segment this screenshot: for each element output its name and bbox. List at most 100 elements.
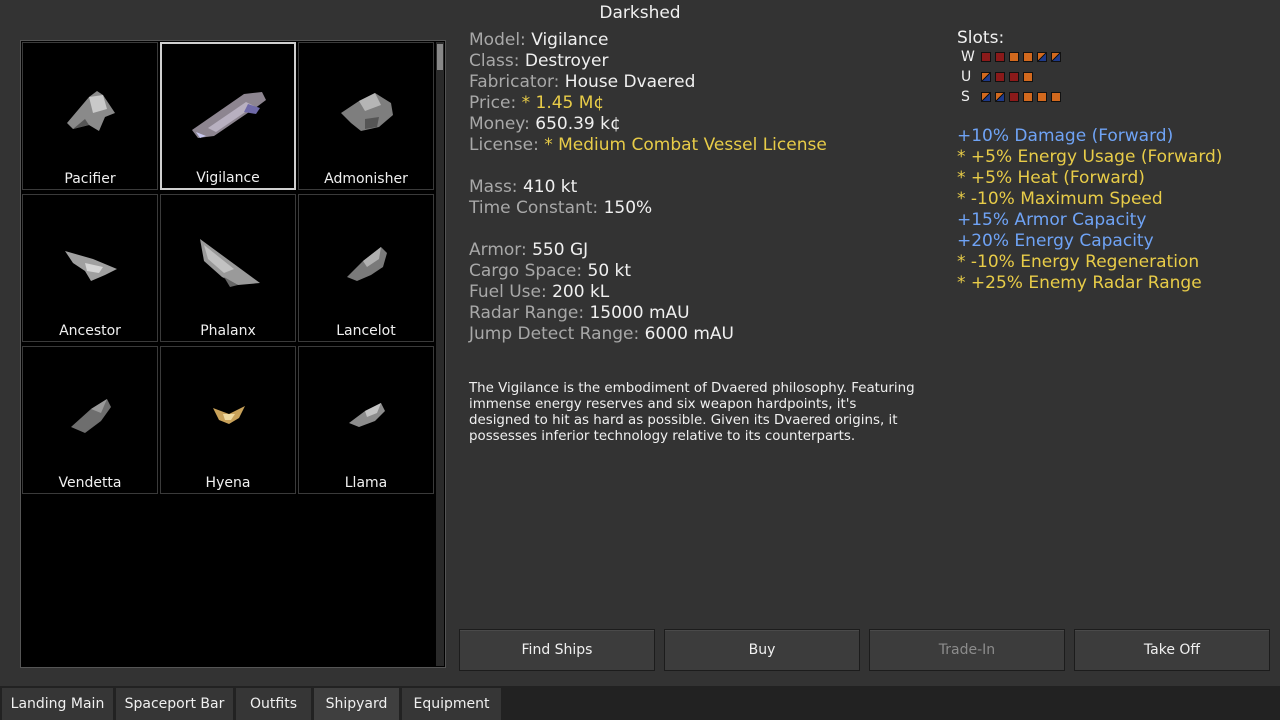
ship-list[interactable]: Pacifier Vigilance Admonisher Ancestor P…	[20, 40, 446, 668]
info-label: Class:	[469, 51, 520, 71]
info-label: Cargo Space:	[469, 261, 583, 281]
ship-name: Admonisher	[324, 171, 408, 187]
slot-box	[981, 92, 991, 102]
info-label: Money:	[469, 114, 530, 134]
ship-vigilance-icon	[162, 62, 298, 162]
slot-box	[995, 72, 1005, 82]
ship-cell-ancestor[interactable]: Ancestor	[22, 194, 158, 342]
ship-cell-lancelot[interactable]: Lancelot	[298, 194, 434, 342]
ship-hyena-icon	[161, 365, 297, 465]
info-row-class: Class: Destroyer	[469, 51, 919, 72]
ship-cell-pacifier[interactable]: Pacifier	[22, 42, 158, 190]
ship-description: The Vigilance is the embodiment of Dvaer…	[469, 381, 915, 444]
ship-pacifier-icon	[23, 61, 159, 161]
tab-equipment[interactable]: Equipment	[402, 688, 502, 720]
stat-line: * +5% Energy Usage (Forward)	[957, 147, 1223, 167]
stat-line: +20% Energy Capacity	[957, 231, 1154, 251]
info-label: Fabricator:	[469, 72, 560, 92]
info-label: Time Constant:	[469, 198, 599, 218]
slot-box	[995, 52, 1005, 62]
info-row-time-constant: Time Constant: 150%	[469, 198, 919, 219]
info-value: 650.39 k¢	[535, 114, 621, 134]
tab-spaceport-bar[interactable]: Spaceport Bar	[116, 688, 234, 720]
trade-in-button[interactable]: Trade-In	[869, 629, 1065, 671]
ship-cell-llama[interactable]: Llama	[298, 346, 434, 494]
slot-box	[1023, 52, 1033, 62]
info-label: Mass:	[469, 177, 518, 197]
info-row-fabricator: Fabricator: House Dvaered	[469, 72, 919, 93]
stat-line: * +5% Heat (Forward)	[957, 168, 1145, 188]
stat-line: * -10% Energy Regeneration	[957, 252, 1200, 272]
slot-box	[1051, 92, 1061, 102]
info-value: 150%	[603, 198, 653, 218]
slot-boxes	[981, 52, 1061, 62]
scrollbar-thumb[interactable]	[437, 44, 443, 70]
ship-name: Llama	[344, 475, 388, 491]
ship-name: Vigilance	[196, 170, 260, 186]
ship-cell-hyena[interactable]: Hyena	[160, 346, 296, 494]
slot-box	[1009, 92, 1019, 102]
ship-name: Lancelot	[336, 323, 396, 339]
info-row-radar: Radar Range: 15000 mAU	[469, 303, 919, 324]
find-ships-button[interactable]: Find Ships	[459, 629, 655, 671]
info-row-license: License: * Medium Combat Vessel License	[469, 135, 919, 156]
slot-box	[1037, 92, 1047, 102]
slot-boxes	[981, 72, 1033, 82]
info-row-armor: Armor: 550 GJ	[469, 240, 919, 261]
stat-line: * +25% Enemy Radar Range	[957, 273, 1202, 293]
slot-box	[995, 92, 1005, 102]
ship-vendetta-icon	[23, 365, 159, 465]
info-row-money: Money: 650.39 k¢	[469, 114, 919, 135]
slot-box	[981, 52, 991, 62]
stat-line: +15% Armor Capacity	[957, 210, 1147, 230]
slot-box	[1009, 72, 1019, 82]
ship-cell-vendetta[interactable]: Vendetta	[22, 346, 158, 494]
slot-row-structure: S	[957, 89, 1097, 106]
info-value: 410 kt	[522, 177, 578, 197]
info-row-price: Price: * 1.45 M¢	[469, 93, 919, 114]
info-value: Destroyer	[524, 51, 609, 71]
ship-list-scrollbar[interactable]	[436, 42, 444, 666]
ship-stats-list: +10% Damage (Forward) * +5% Energy Usage…	[957, 126, 1222, 294]
ship-name: Pacifier	[64, 171, 116, 187]
info-value: * 1.45 M¢	[521, 93, 605, 113]
slot-box	[1023, 72, 1033, 82]
info-value: 6000 mAU	[644, 324, 734, 344]
ship-name: Hyena	[205, 475, 251, 491]
tab-landing-main[interactable]: Landing Main	[2, 688, 114, 720]
info-label: Armor:	[469, 240, 527, 260]
ship-llama-icon	[299, 365, 435, 465]
info-value: 50 kt	[587, 261, 632, 281]
tab-outfits[interactable]: Outfits	[236, 688, 312, 720]
take-off-button[interactable]: Take Off	[1074, 629, 1270, 671]
info-row-jump: Jump Detect Range: 6000 mAU	[469, 324, 919, 345]
info-row-fuel: Fuel Use: 200 kL	[469, 282, 919, 303]
info-label: Fuel Use:	[469, 282, 547, 302]
info-row-model: Model: Vigilance	[469, 30, 919, 51]
ship-cell-admonisher[interactable]: Admonisher	[298, 42, 434, 190]
ship-admonisher-icon	[299, 61, 435, 161]
window-title: Darkshed	[599, 3, 681, 23]
slots-title: Slots:	[957, 28, 1005, 48]
slot-box	[1023, 92, 1033, 102]
buy-button[interactable]: Buy	[664, 629, 860, 671]
ship-name: Ancestor	[59, 323, 121, 339]
ship-cell-vigilance[interactable]: Vigilance	[160, 42, 296, 190]
slot-box	[1051, 52, 1061, 62]
info-value: * Medium Combat Vessel License	[544, 135, 827, 155]
ship-lancelot-icon	[299, 213, 435, 313]
info-value: House Dvaered	[564, 72, 696, 92]
slot-type: S	[961, 89, 970, 105]
info-value: Vigilance	[531, 30, 609, 50]
slots-panel: Slots: W U S	[957, 28, 1061, 105]
slot-type: U	[961, 69, 972, 85]
slot-type: W	[961, 49, 975, 65]
ship-cell-phalanx[interactable]: Phalanx	[160, 194, 296, 342]
info-row-mass: Mass: 410 kt	[469, 177, 919, 198]
info-value: 550 GJ	[532, 240, 589, 260]
info-label: License:	[469, 135, 539, 155]
tab-shipyard[interactable]: Shipyard	[314, 688, 400, 720]
ship-phalanx-icon	[161, 213, 297, 313]
ship-ancestor-icon	[23, 213, 159, 313]
info-row-cargo: Cargo Space: 50 kt	[469, 261, 919, 282]
